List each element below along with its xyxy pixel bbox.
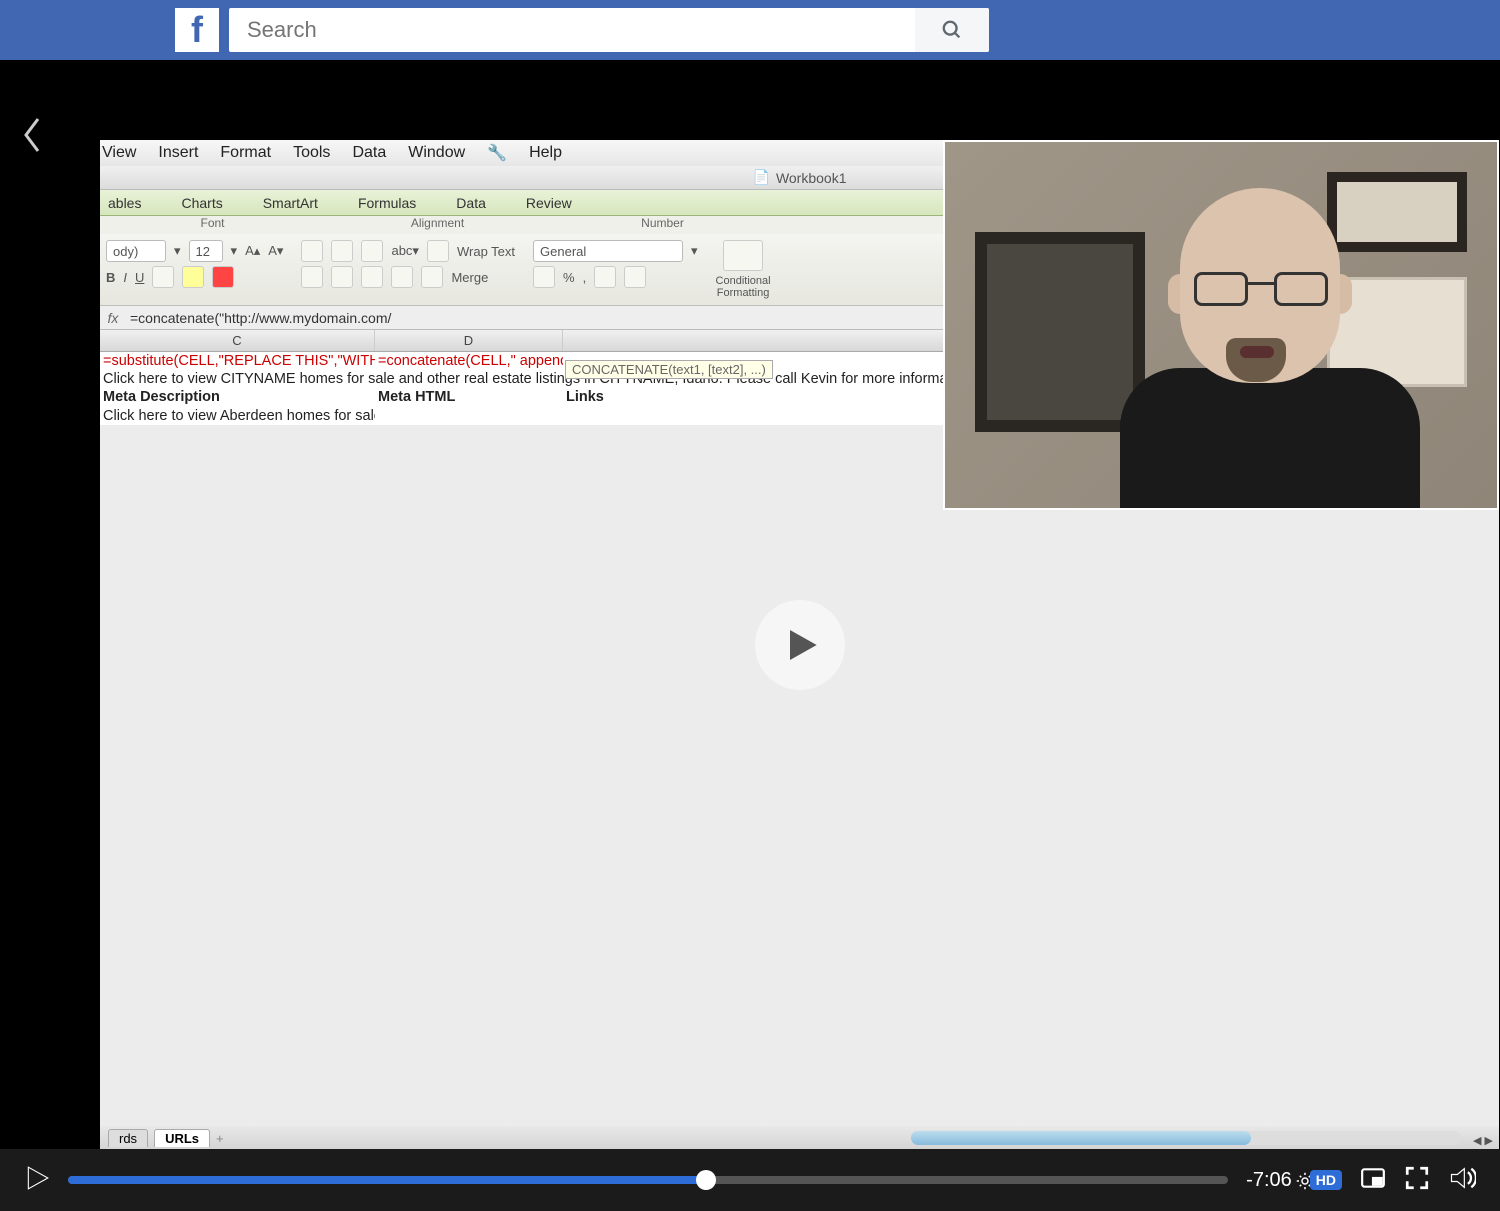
menu-insert[interactable]: Insert [158, 144, 198, 162]
fb-top-bar: f [0, 0, 1500, 60]
group-number-label: Number [550, 216, 775, 234]
currency-icon[interactable] [533, 266, 555, 288]
col-header-d[interactable]: D [375, 330, 563, 351]
search-input[interactable] [229, 17, 915, 43]
menu-help[interactable]: Help [529, 144, 562, 162]
menu-window[interactable]: Window [408, 144, 465, 162]
volume-button[interactable] [1448, 1164, 1476, 1197]
underline-icon[interactable]: U [135, 270, 144, 285]
border-icon[interactable] [152, 266, 174, 288]
fullscreen-button[interactable] [1404, 1165, 1430, 1196]
group-font-label: Font [100, 216, 325, 234]
scrollbar-thumb[interactable] [911, 1131, 1251, 1145]
indent-icon[interactable] [391, 266, 413, 288]
italic-icon[interactable]: I [123, 270, 127, 285]
decrease-font-icon[interactable]: A▾ [268, 243, 283, 259]
comma-icon[interactable]: , [583, 270, 587, 285]
player-controls: -7:06 HD [0, 1149, 1500, 1211]
sheet-tab-urls[interactable]: URLs [154, 1129, 210, 1147]
valign-bot-icon[interactable] [361, 266, 383, 288]
search-container [229, 8, 989, 52]
valign-top-icon[interactable] [301, 266, 323, 288]
fx-label: fx [100, 310, 126, 326]
menu-view[interactable]: View [102, 144, 136, 162]
search-button[interactable] [915, 8, 989, 52]
tab-review[interactable]: Review [526, 195, 572, 211]
wrap-text-label[interactable]: Wrap Text [457, 244, 515, 259]
align-right-icon[interactable] [361, 240, 383, 262]
font-size-select[interactable]: 12 [189, 240, 223, 262]
formula-tooltip: CONCATENATE(text1, [text2], ...) [565, 360, 773, 379]
tab-smartart[interactable]: SmartArt [263, 195, 318, 211]
time-remaining: -7:06 [1246, 1169, 1292, 1192]
increase-font-icon[interactable]: A▴ [245, 243, 260, 259]
merge-icon[interactable] [421, 266, 443, 288]
webcam-overlay [943, 140, 1499, 510]
add-sheet-button[interactable]: + [216, 1131, 224, 1146]
conditional-formatting-label: Conditional Formatting [716, 275, 771, 299]
align-left-icon[interactable] [301, 240, 323, 262]
menu-tools[interactable]: Tools [293, 144, 330, 162]
pip-button[interactable] [1360, 1165, 1386, 1196]
font-name-select[interactable]: ody) [106, 240, 166, 262]
number-format-select[interactable]: General [533, 240, 683, 262]
sheet-tabs-bar: rds URLs + ◀ ▶ [100, 1126, 1499, 1150]
fill-color-icon[interactable] [182, 266, 204, 288]
col-header-c[interactable]: C [100, 330, 375, 351]
play-button[interactable] [24, 1165, 50, 1196]
align-center-icon[interactable] [331, 240, 353, 262]
workbook-title: Workbook1 [776, 170, 847, 186]
wrap-text-icon[interactable] [427, 240, 449, 262]
fb-logo[interactable]: f [175, 8, 219, 52]
progress-bar[interactable] [68, 1176, 1228, 1184]
scroll-arrows[interactable]: ◀ ▶ [1473, 1134, 1493, 1147]
merge-label[interactable]: Merge [451, 270, 488, 285]
back-button[interactable] [18, 115, 58, 155]
bold-icon[interactable]: B [106, 270, 115, 285]
group-alignment-label: Alignment [325, 216, 550, 234]
menu-script-icon[interactable]: 🔧 [487, 143, 507, 163]
tab-charts[interactable]: Charts [181, 195, 222, 211]
font-color-icon[interactable] [212, 266, 234, 288]
horizontal-scrollbar[interactable] [911, 1131, 1461, 1145]
menu-data[interactable]: Data [352, 144, 386, 162]
tab-formulas[interactable]: Formulas [358, 195, 416, 211]
decrease-decimal-icon[interactable] [624, 266, 646, 288]
doc-icon: 📄 [753, 169, 770, 186]
tab-data[interactable]: Data [456, 195, 486, 211]
menu-format[interactable]: Format [220, 144, 271, 162]
conditional-formatting-icon[interactable] [723, 240, 763, 271]
tab-tables[interactable]: ables [108, 195, 141, 211]
sheet-tab-prev[interactable]: rds [108, 1129, 148, 1147]
increase-decimal-icon[interactable] [594, 266, 616, 288]
video-player: View Insert Format Tools Data Window 🔧 H… [0, 60, 1500, 1211]
percent-icon[interactable]: % [563, 270, 575, 285]
video-content: View Insert Format Tools Data Window 🔧 H… [100, 140, 1499, 1150]
progress-fill [68, 1176, 706, 1184]
hd-settings-button[interactable]: HD [1310, 1170, 1342, 1190]
play-overlay-button[interactable] [755, 600, 845, 690]
valign-mid-icon[interactable] [331, 266, 353, 288]
progress-thumb[interactable] [696, 1170, 716, 1190]
